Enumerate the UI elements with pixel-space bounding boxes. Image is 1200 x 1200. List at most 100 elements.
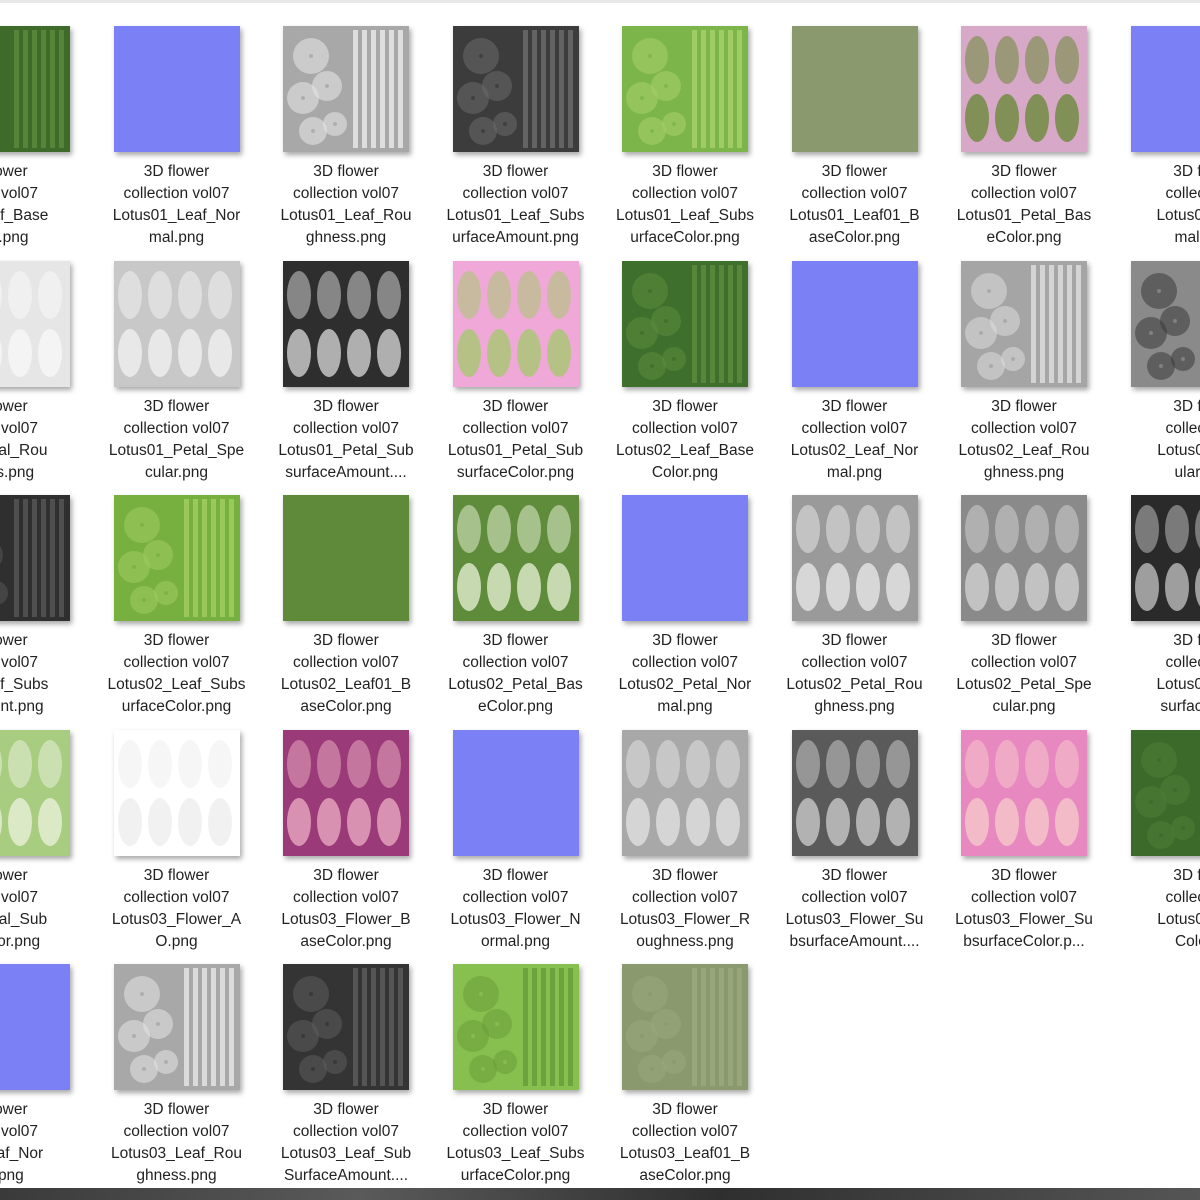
file-item[interactable]: 3D flower collection vol07 Lotus03_Leaf_Su…	[251, 938, 411, 1184]
file-item[interactable]: flowerion vol07_Petal_SubColor.png	[0, 704, 72, 950]
file-item[interactable]: flowerion vol07_Petal_Rouess.png	[0, 235, 72, 481]
file-name-label[interactable]: 3D flower collection vol07 Lotus03_Leaf_Ro…	[82, 1099, 272, 1187]
file-item[interactable]: 3D flower collection vol07 Lotus01_Petal_S…	[421, 235, 583, 481]
file-item[interactable]: 3D flower collection vol07 Lotus03_Leaf_Su…	[421, 938, 584, 1184]
file-item[interactable]: 3D flocollectioLotus02_PsurfaceAr	[1099, 469, 1200, 715]
file-thumbnail[interactable]	[791, 729, 918, 856]
file-thumbnail[interactable]	[452, 964, 579, 1090]
file-thumbnail[interactable]	[622, 495, 748, 621]
file-item[interactable]: 3D flower collection vol07 Lotus01_Leaf_No…	[82, 0, 242, 246]
file-item[interactable]: 3D flower collection vol07 Lotus01_Petal_B…	[929, 0, 1091, 246]
file-name-line: collection vol07	[293, 419, 399, 437]
file-name-line: Lotus02_Petal_Rou	[786, 676, 923, 693]
file-thumbnail[interactable]	[0, 260, 70, 387]
file-item[interactable]: 3D flower collection vol07 Lotus02_Leaf_Su…	[82, 469, 245, 715]
file-name-line: Lotus01_Leaf01_B	[789, 207, 920, 224]
file-thumbnail[interactable]	[452, 729, 579, 856]
file-thumbnail[interactable]	[1130, 495, 1200, 621]
file-thumbnail[interactable]	[0, 26, 70, 152]
file-item[interactable]: 3D flower collection vol07 Lotus03_Leaf01_…	[590, 938, 750, 1184]
file-name-label[interactable]: 3D flower collection vol07 Lotus03_Leaf_Su…	[251, 1099, 441, 1187]
file-item[interactable]: 3D flower collection vol07 Lotus02_Petal_S…	[929, 469, 1092, 715]
file-item[interactable]: 3D flower collection vol07 Lotus01_Leaf01_…	[760, 0, 920, 246]
texture-preview-image	[283, 260, 409, 387]
file-thumbnail[interactable]	[113, 495, 240, 621]
file-item[interactable]: 3D flower collection vol07 Lotus03_Flower_…	[929, 704, 1093, 950]
file-name-line: Lotus03_Flower_N	[450, 910, 581, 928]
file-thumbnail[interactable]	[622, 729, 748, 856]
file-item[interactable]: 3D flower collection vol07 Lotus01_Leaf_Su…	[421, 0, 584, 246]
file-name-line: 3D flower	[313, 397, 379, 415]
texture-preview-image	[791, 729, 918, 856]
file-thumbnail[interactable]	[791, 495, 918, 621]
file-name-line: 3D flower	[482, 163, 549, 180]
texture-preview-image	[1130, 729, 1200, 856]
file-name-line: Lotus02_Petal_Spe	[956, 676, 1092, 693]
file-name-label[interactable]: 3D flower collection vol07 Lotus03_Flower_…	[929, 865, 1119, 953]
file-item[interactable]: 3D flocollectioLotus01_Pmal.p	[1099, 0, 1200, 246]
file-thumbnail[interactable]	[0, 729, 70, 856]
file-thumbnail[interactable]	[283, 26, 409, 152]
file-thumbnail[interactable]	[283, 729, 409, 856]
file-thumbnail[interactable]	[791, 26, 918, 152]
file-thumbnail[interactable]	[283, 964, 409, 1090]
file-name-line: 3D flower	[143, 397, 210, 415]
file-item[interactable]: flowerion vol07_Leaf_Baseor.png	[0, 0, 72, 246]
file-name-label[interactable]: 3D flo collectio Lotus03_L Color	[1099, 865, 1200, 953]
file-item[interactable]: 3D flower collection vol07 Lotus01_Petal_S…	[82, 235, 244, 481]
file-name-line: collection vol07	[123, 1123, 230, 1140]
texture-preview-image	[961, 26, 1087, 152]
file-item[interactable]: 3D flower collection vol07 Lotus02_Petal_N…	[590, 469, 751, 715]
file-name-line: 3D flower	[482, 397, 549, 415]
file-item[interactable]: 3D flo collectio Lotus03_L Color	[1099, 704, 1200, 950]
file-thumbnail[interactable]	[622, 260, 748, 387]
file-item[interactable]: 3D flower collection vol07 Lotus03_Leaf_Ro…	[82, 938, 242, 1184]
file-item[interactable]: 3D flower collection vol07 Lotus02_Leaf01_…	[251, 469, 411, 715]
file-item[interactable]: 3D flower collection vol07 Lotus03_Flower_…	[590, 704, 750, 950]
file-thumbnail[interactable]	[622, 26, 748, 152]
file-thumbnail[interactable]	[622, 964, 748, 1090]
file-item[interactable]: 3D flower collection vol07 Lotus03_Flower_…	[760, 704, 923, 950]
file-name-line: Lotus02_Leaf_Nor	[790, 441, 919, 459]
texture-preview-image	[283, 729, 409, 856]
file-item[interactable]: 3D flower collection vol07 Lotus02_Leaf_Ro…	[929, 235, 1090, 481]
file-thumbnail[interactable]	[452, 26, 579, 152]
file-item[interactable]: 3D flower collection vol07 Lotus02_Petal_R…	[760, 469, 923, 715]
file-name-line: urfaceColor.png	[460, 1167, 571, 1184]
file-thumbnail[interactable]	[961, 260, 1087, 387]
texture-preview-image	[283, 964, 409, 1090]
file-item[interactable]: flowerion vol07_Leaf_Norl.png	[0, 938, 72, 1184]
file-thumbnail[interactable]	[113, 964, 240, 1090]
file-item[interactable]: 3D flower collection vol07 Lotus02_Petal_B…	[421, 469, 583, 715]
file-thumbnail[interactable]	[452, 495, 579, 621]
file-item[interactable]: 3D flocollectioLotus02_Lular.p	[1099, 235, 1200, 481]
file-item[interactable]: 3D flower collection vol07 Lotus01_Leaf_Su…	[590, 0, 754, 246]
file-thumbnail[interactable]	[0, 495, 70, 621]
file-thumbnail[interactable]	[0, 964, 70, 1090]
file-item[interactable]: 3D flower collection vol07 Lotus02_Leaf_Ba…	[590, 235, 754, 481]
file-thumbnail[interactable]	[452, 260, 579, 387]
file-item[interactable]: 3D flower collection vol07 Lotus03_Flower_…	[421, 704, 581, 950]
file-name-label[interactable]: 3D flower collection vol07 Lotus03_Leaf01_…	[590, 1099, 780, 1187]
file-thumbnail[interactable]	[791, 260, 918, 387]
file-item[interactable]: 3D flower collection vol07 Lotus03_Flower_…	[82, 704, 242, 950]
file-thumbnail[interactable]	[283, 260, 409, 387]
file-thumbnail[interactable]	[283, 495, 409, 621]
file-item[interactable]: 3D flower collection vol07 Lotus01_Petal_S…	[251, 235, 414, 481]
file-name-line: 3D flower	[652, 632, 718, 649]
file-thumbnail[interactable]	[1130, 260, 1200, 387]
file-thumbnail[interactable]	[1130, 729, 1200, 856]
file-name-label[interactable]: 3D flower collection vol07 Lotus03_Flower_…	[760, 865, 950, 953]
file-item[interactable]: flowerion vol07_Leaf_Subsmount.png	[0, 469, 72, 715]
file-thumbnail[interactable]	[961, 495, 1087, 621]
file-item[interactable]: 3D flower collection vol07 Lotus01_Leaf_Ro…	[251, 0, 412, 246]
file-thumbnail[interactable]	[961, 729, 1087, 856]
file-thumbnail[interactable]	[113, 26, 240, 152]
file-thumbnail[interactable]	[961, 26, 1087, 152]
file-name-label[interactable]: 3D flower collection vol07 Lotus03_Leaf_Su…	[421, 1099, 611, 1187]
file-item[interactable]: 3D flower collection vol07 Lotus02_Leaf_No…	[760, 235, 920, 481]
file-thumbnail[interactable]	[113, 729, 240, 856]
file-thumbnail[interactable]	[1130, 26, 1200, 152]
file-thumbnail[interactable]	[113, 260, 240, 387]
file-item[interactable]: 3D flower collection vol07 Lotus03_Flower_…	[251, 704, 411, 950]
